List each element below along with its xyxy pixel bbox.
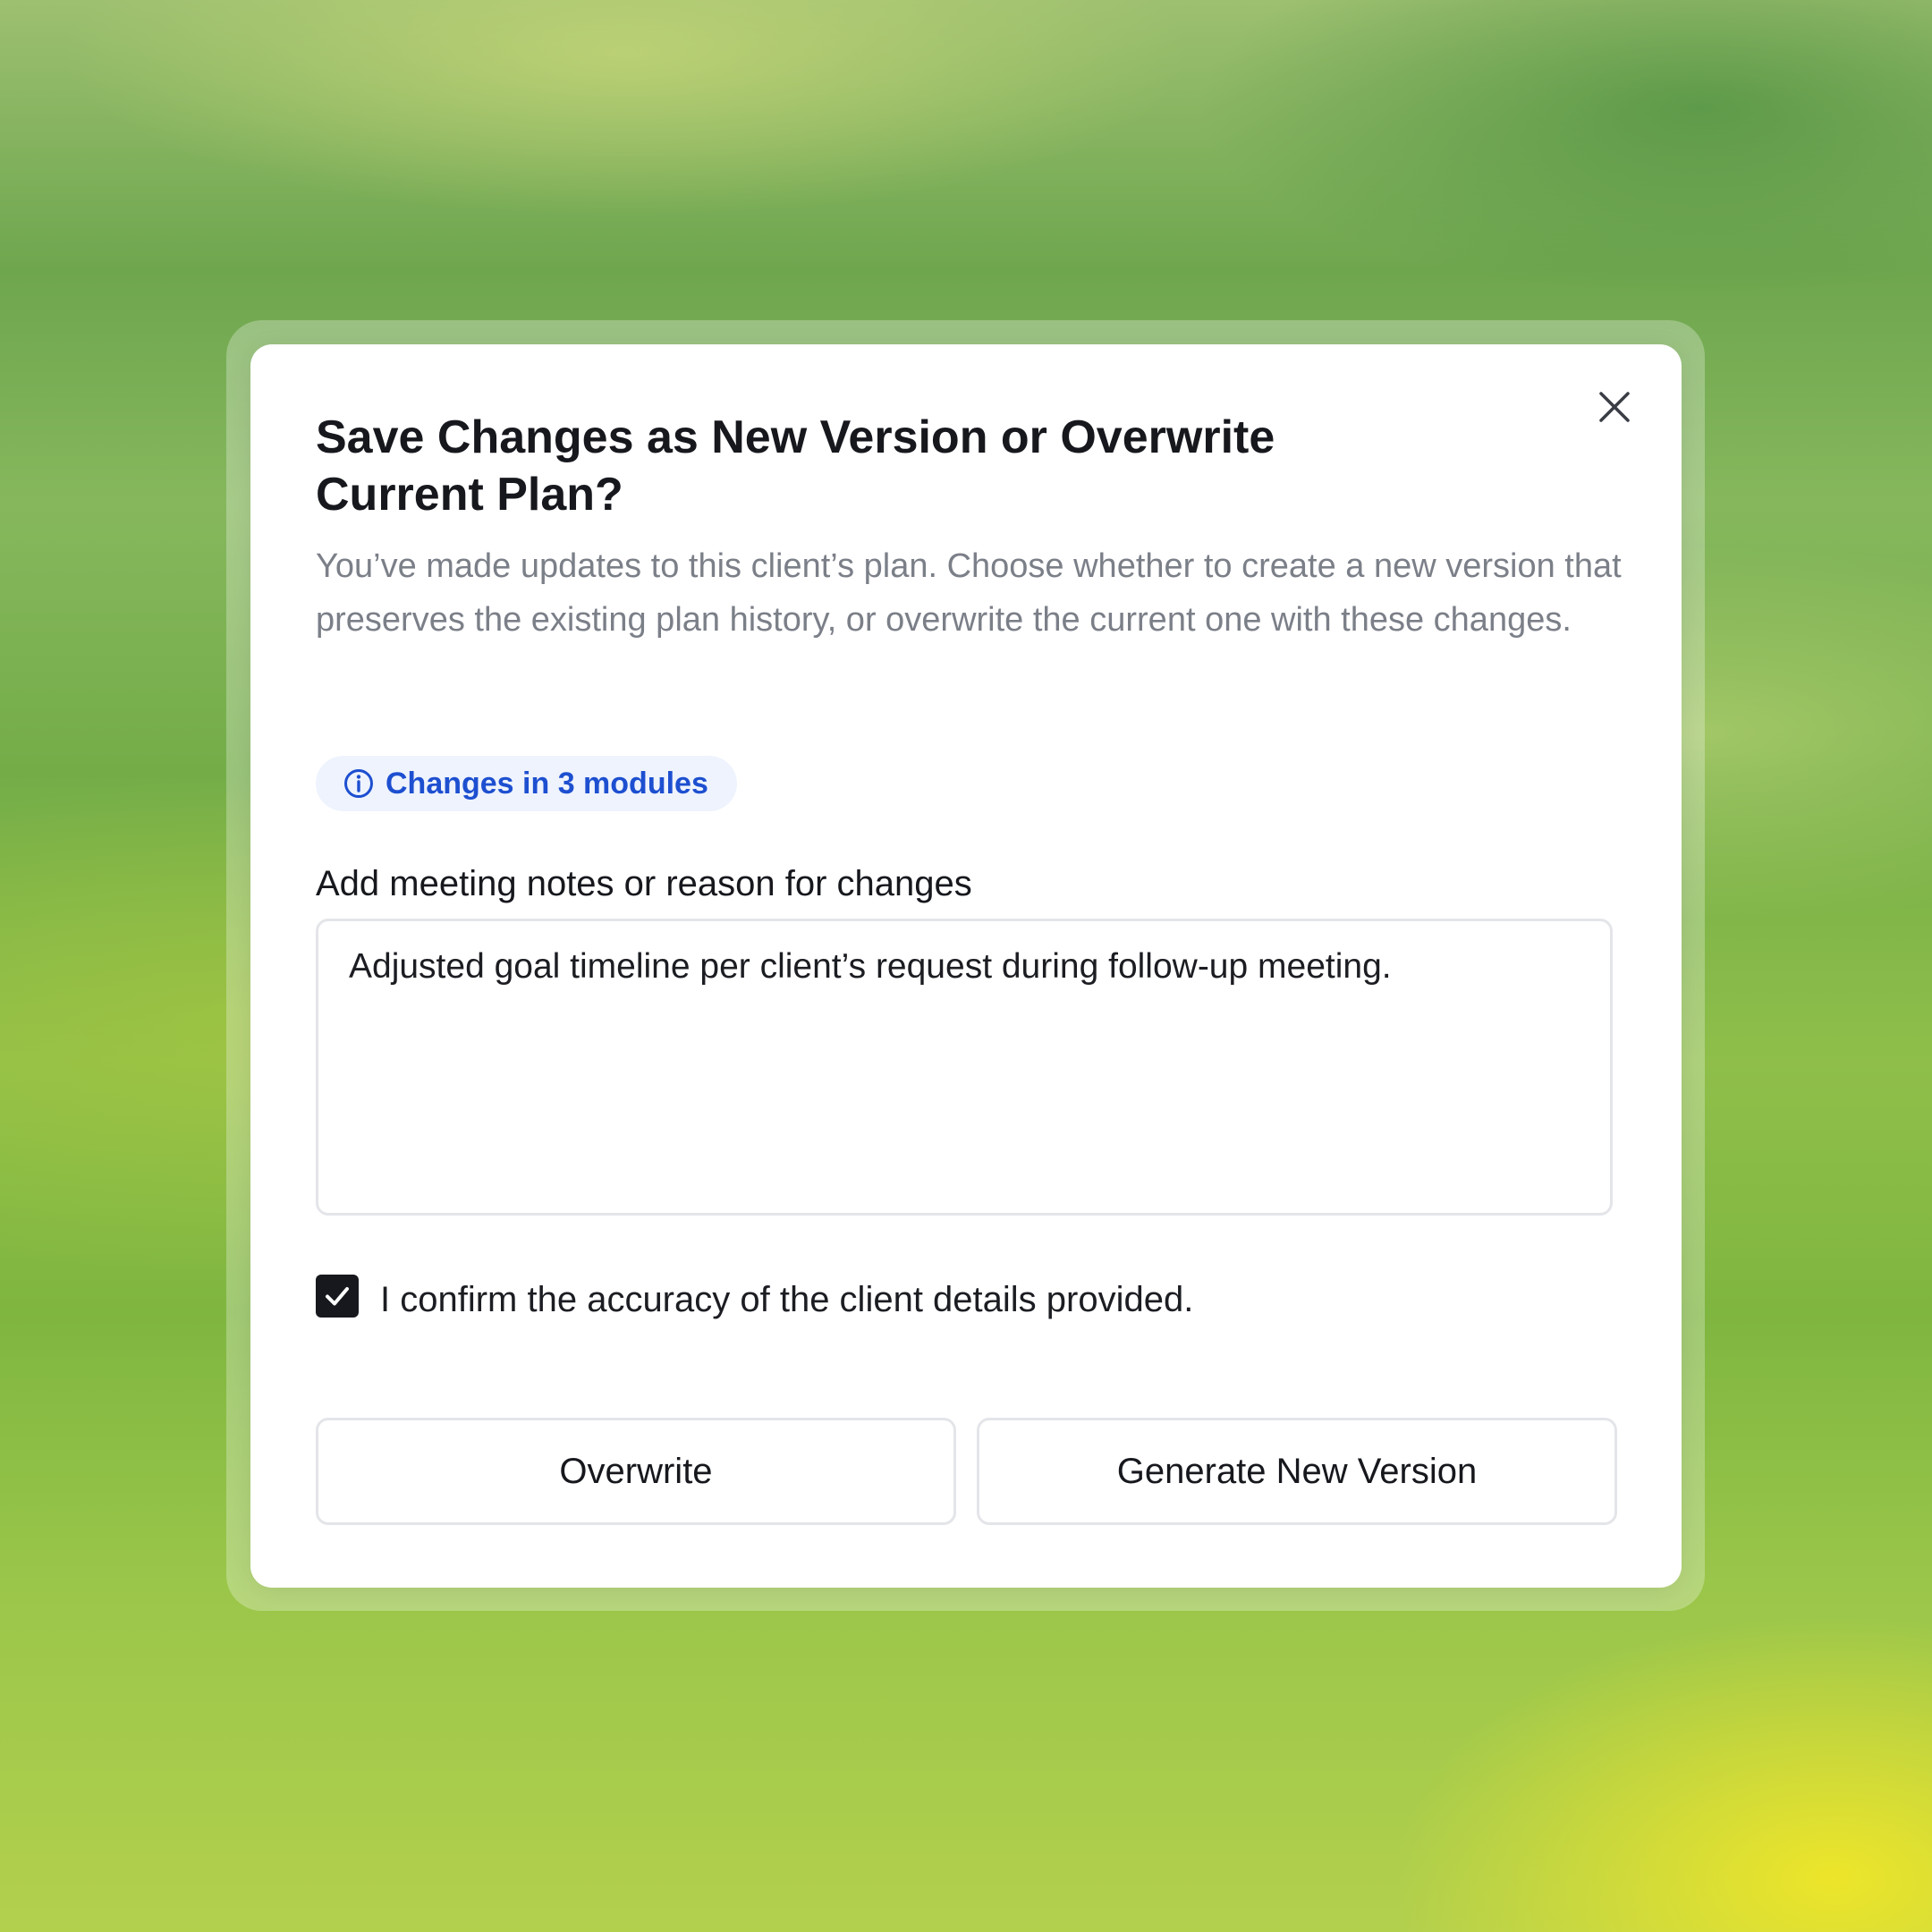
info-circle-icon bbox=[343, 767, 375, 800]
changes-badge: Changes in 3 modules bbox=[316, 756, 737, 811]
confirm-label: I confirm the accuracy of the client det… bbox=[380, 1280, 1194, 1319]
confirm-row: I confirm the accuracy of the client det… bbox=[316, 1273, 1193, 1319]
notes-textarea[interactable]: Adjusted goal timeline per client’s requ… bbox=[316, 919, 1613, 1216]
notes-label: Add meeting notes or reason for changes bbox=[316, 864, 972, 903]
checkmark-icon bbox=[326, 1287, 349, 1306]
generate-new-version-button[interactable]: Generate New Version bbox=[977, 1418, 1617, 1525]
notes-textarea-value: Adjusted goal timeline per client’s requ… bbox=[349, 947, 1392, 986]
dialog-title: Save Changes as New Version or Overwrite… bbox=[316, 411, 1275, 521]
close-button[interactable] bbox=[1595, 387, 1634, 427]
save-changes-dialog: Save Changes as New Version or Overwrite… bbox=[250, 344, 1682, 1588]
overwrite-button[interactable]: Overwrite bbox=[316, 1418, 956, 1525]
changes-badge-text: Changes in 3 modules bbox=[386, 766, 708, 801]
confirm-checkbox[interactable] bbox=[316, 1275, 359, 1318]
close-icon bbox=[1599, 392, 1630, 422]
dialog-description: You’ve made updates to this client’s pla… bbox=[316, 547, 1622, 639]
